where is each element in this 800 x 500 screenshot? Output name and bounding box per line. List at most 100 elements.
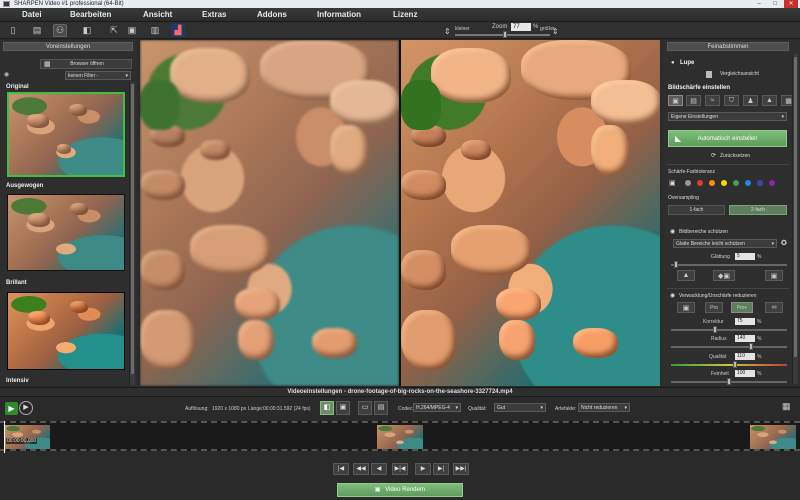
blur-mode-icon-1[interactable]: ▣ <box>677 302 695 313</box>
color-picker-icon[interactable]: ▣ <box>669 179 676 187</box>
menu-information[interactable]: Information <box>317 10 361 19</box>
zoom-value[interactable]: 77 <box>511 23 531 31</box>
play-icon[interactable]: ▶ <box>5 402 18 415</box>
protect-icon-1[interactable]: ▲ <box>677 270 695 281</box>
smoothing-slider-handle[interactable] <box>673 261 678 268</box>
zoom-decrease-icon[interactable]: ⇕ <box>444 27 451 36</box>
filter-select[interactable]: keinen Filter - ▾ <box>65 71 131 80</box>
single-view-icon[interactable]: ▣ <box>336 401 350 415</box>
minimize-button[interactable]: – <box>752 0 766 8</box>
window-view-icon[interactable]: ▤ <box>374 401 388 415</box>
preset-thumb-brillant[interactable] <box>7 292 125 370</box>
correction-slider[interactable] <box>671 329 787 331</box>
preset-thumb-original[interactable] <box>7 92 125 177</box>
loupe-icon[interactable]: ● <box>671 60 675 66</box>
presets-scrollbar-thumb[interactable] <box>131 84 134 374</box>
protect-icon-2[interactable]: ◆▣ <box>713 270 735 281</box>
color-tolerance-dot[interactable] <box>733 180 739 186</box>
menu-datei[interactable]: Datei <box>22 10 42 19</box>
menu-addons[interactable]: Addons <box>257 10 287 19</box>
fullscreen-icon[interactable]: ▭ <box>358 401 372 415</box>
help-icon[interactable]: ✪ <box>781 239 787 247</box>
quality-value[interactable]: 110 <box>735 353 755 360</box>
quality-select[interactable]: Gut ▾ <box>494 403 546 412</box>
codec-select[interactable]: H.264/MPEG-4 ▾ <box>413 403 461 412</box>
settings-select[interactable]: Eigene Einstellungen ▾ <box>668 112 787 121</box>
new-file-icon[interactable]: ▯ <box>6 24 20 37</box>
color-tolerance-dot[interactable] <box>685 180 691 186</box>
smoothing-value[interactable]: 5 <box>735 253 755 260</box>
open-file-icon[interactable]: ▤ <box>30 24 44 37</box>
oversampling-2x[interactable]: 2-fach <box>729 205 787 215</box>
prev-frame-button[interactable]: ◀ <box>371 463 387 475</box>
zoom-increase-icon[interactable]: ⇕ <box>552 27 559 36</box>
sharp-mode-icon-5[interactable]: ♟ <box>743 95 758 106</box>
split-view-icon[interactable]: ◧ <box>80 24 94 37</box>
render-video-button[interactable]: ▣ Video Rendern <box>337 483 463 497</box>
reset-icon[interactable]: ⟳ <box>711 152 716 159</box>
reset-button[interactable]: Zurücksetzen <box>720 153 750 159</box>
sharp-mode-icon-2[interactable]: ▤ <box>686 95 701 106</box>
blur-mode-pro[interactable]: Pro <box>705 302 723 313</box>
menu-ansicht[interactable]: Ansicht <box>143 10 172 19</box>
print-icon[interactable]: ▣ <box>125 24 139 37</box>
correction-value[interactable]: 75 <box>735 318 755 325</box>
sharp-mode-icon-4[interactable]: ⛉ <box>724 95 739 106</box>
go-start-button[interactable]: |◀ <box>333 463 349 475</box>
color-tolerance-dot[interactable] <box>721 180 727 186</box>
timeline-thumb-middle <box>377 425 423 449</box>
split-compare-icon[interactable]: ◧ <box>320 401 334 415</box>
grid-view-icon[interactable]: ▦ <box>782 401 791 412</box>
zoom-slider-handle[interactable] <box>503 31 507 38</box>
step-button[interactable]: ▶|◀ <box>392 463 408 475</box>
artifacts-select[interactable]: Nicht reduzieren ▾ <box>578 403 630 412</box>
preview-sharpened[interactable] <box>401 40 660 386</box>
menu-bearbeiten[interactable]: Bearbeiten <box>70 10 111 19</box>
maximize-button[interactable]: □ <box>768 0 782 8</box>
color-tolerance-dot[interactable] <box>745 180 751 186</box>
auto-adjust-button[interactable]: ◣ Automatisch einstellen <box>668 130 787 147</box>
preview-original[interactable] <box>140 40 400 386</box>
blur-mode-pro-plus[interactable]: Pro+ <box>731 302 753 313</box>
sharp-mode-icon-6[interactable]: ▲ <box>762 95 777 106</box>
compare-view-checkbox[interactable] <box>706 71 712 78</box>
sharp-mode-icon-3[interactable]: ≈ <box>705 95 720 106</box>
compare-view-icon[interactable]: ⚇ <box>53 24 67 37</box>
correction-slider-handle[interactable] <box>713 326 717 333</box>
next-frame-button[interactable]: ▶ <box>415 463 431 475</box>
forward-button[interactable]: ▶| <box>433 463 449 475</box>
histogram-icon[interactable]: ▟ <box>171 24 185 37</box>
color-tolerance-dot[interactable] <box>709 180 715 186</box>
radius-slider[interactable] <box>671 346 787 348</box>
fine-tune-scrollbar-thumb[interactable] <box>794 57 797 357</box>
color-tolerance-dot[interactable] <box>757 180 763 186</box>
browser-open-button[interactable]: ▦ Browser öffnen <box>40 59 132 69</box>
presets-scrollbar[interactable] <box>129 82 135 385</box>
preview-play-icon[interactable]: ▶ <box>19 401 33 415</box>
fine-tune-scrollbar[interactable] <box>792 54 798 384</box>
radius-slider-handle[interactable] <box>749 343 754 350</box>
color-tolerance-dot[interactable] <box>697 180 703 186</box>
menu-extras[interactable]: Extras <box>202 10 226 19</box>
smoothing-slider[interactable] <box>671 264 787 266</box>
oversampling-1x[interactable]: 1-fach <box>668 205 725 215</box>
color-tolerance-dot[interactable] <box>769 180 775 186</box>
radius-value[interactable]: 140 <box>735 335 755 342</box>
close-button[interactable]: ✕ <box>784 0 798 8</box>
preset-thumb-ausgewogen[interactable] <box>7 194 125 271</box>
protect-icon-3[interactable]: ▣ <box>765 270 783 281</box>
fineness-slider-handle[interactable] <box>727 378 731 385</box>
go-end-button[interactable]: ▶▶| <box>453 463 469 475</box>
sharp-mode-icon-1[interactable]: ▣ <box>668 95 683 106</box>
timeline-filmstrip[interactable]: 00:00:00.000 <box>0 421 800 453</box>
playhead[interactable] <box>4 421 5 453</box>
quality-slider[interactable] <box>671 364 787 366</box>
quality-slider-handle[interactable] <box>732 361 737 368</box>
fineness-value[interactable]: 100 <box>735 370 755 377</box>
blur-mode-icon-4[interactable]: ∞ <box>765 302 783 313</box>
protect-select[interactable]: Glatte Bereiche leicht schützen ▾ <box>673 239 777 248</box>
film-icon[interactable]: ▥ <box>148 24 162 37</box>
rewind-button[interactable]: ◀◀ <box>353 463 369 475</box>
export-icon[interactable]: ⇱ <box>107 24 121 37</box>
menu-lizenz[interactable]: Lizenz <box>393 10 417 19</box>
